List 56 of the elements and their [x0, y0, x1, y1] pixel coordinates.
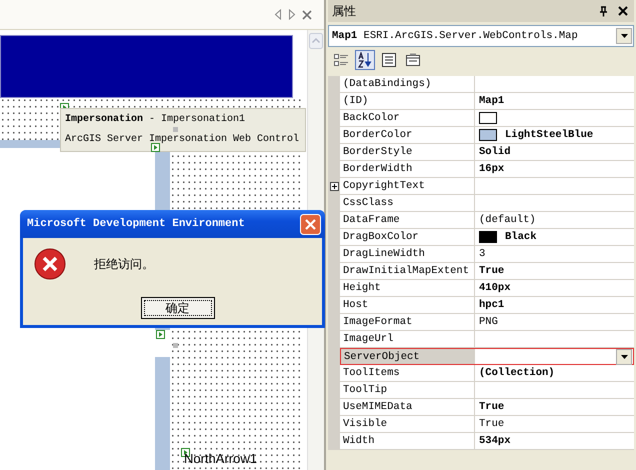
tooltip-description: ArcGIS Server Impersonation Web Control — [65, 134, 300, 146]
property-name[interactable]: (ID) — [340, 93, 475, 110]
property-name[interactable]: (DataBindings) — [340, 76, 475, 93]
property-name[interactable]: DragLineWidth — [340, 246, 475, 263]
dialog-title: Microsoft Development Environment — [27, 218, 245, 230]
expand-icon[interactable] — [330, 182, 338, 191]
properties-button[interactable] — [379, 50, 399, 70]
object-selector[interactable]: Map1 ESRI.ArcGIS.Server.WebControls.Map — [328, 25, 634, 47]
property-name[interactable]: DataFrame — [340, 212, 475, 229]
property-name[interactable]: Host — [340, 297, 475, 314]
property-value: (default) — [479, 214, 536, 226]
property-value: True — [479, 418, 504, 430]
property-name[interactable]: UseMIMEData — [340, 399, 475, 416]
tooltip-title: Impersonation - Impersonation1 — [65, 114, 246, 126]
property-value: True — [479, 401, 504, 413]
property-name[interactable]: BorderWidth — [340, 161, 475, 178]
property-value: 410px — [479, 282, 511, 294]
scroll-left-icon[interactable] — [274, 9, 282, 20]
property-name[interactable]: BorderStyle — [340, 144, 475, 161]
resize-handle[interactable] — [173, 127, 178, 132]
property-name[interactable]: Height — [340, 280, 475, 297]
property-name[interactable]: ImageUrl — [340, 331, 475, 348]
property-name[interactable]: CssClass — [340, 195, 475, 212]
property-value: Solid — [479, 146, 511, 158]
map-control[interactable] — [0, 35, 293, 98]
property-value: 3 — [479, 248, 486, 260]
property-name[interactable]: ImageFormat — [340, 314, 475, 331]
property-name[interactable]: CopyrightText — [340, 178, 475, 195]
resize-handle[interactable] — [173, 343, 178, 348]
property-name[interactable]: ToolItems — [340, 365, 475, 382]
error-message: 拒绝访问。 — [94, 256, 154, 272]
property-value: True — [479, 265, 504, 277]
dropdown-arrow-icon[interactable] — [620, 34, 628, 38]
property-name[interactable]: Visible — [340, 416, 475, 433]
close-icon[interactable] — [618, 6, 628, 16]
property-value: Map1 — [479, 95, 504, 107]
property-value: hpc1 — [479, 299, 504, 311]
property-value: 16px — [479, 163, 504, 175]
property-name[interactable]: DragBoxColor — [340, 229, 475, 246]
ok-button[interactable]: 确定 — [140, 297, 214, 319]
control-label: NorthArrow1 — [184, 451, 257, 466]
alphabetical-button[interactable] — [355, 50, 375, 70]
scroll-right-icon[interactable] — [288, 9, 296, 20]
pin-icon[interactable] — [599, 6, 608, 16]
property-name[interactable]: ToolTip — [340, 382, 475, 399]
property-name[interactable]: Width — [340, 433, 475, 450]
property-name[interactable]: DrawInitialMapExtent — [340, 263, 475, 280]
error-icon — [34, 248, 66, 280]
property-value: 534px — [479, 435, 511, 447]
property-value: (Collection) — [479, 367, 555, 379]
panel-title: 属性 — [332, 2, 356, 20]
property-name[interactable]: BorderColor — [340, 127, 475, 144]
property-name[interactable]: BackColor — [340, 110, 475, 127]
property-value: Black — [505, 231, 537, 243]
property-value: LightSteelBlue — [505, 129, 594, 141]
property-value: PNG — [479, 316, 498, 328]
